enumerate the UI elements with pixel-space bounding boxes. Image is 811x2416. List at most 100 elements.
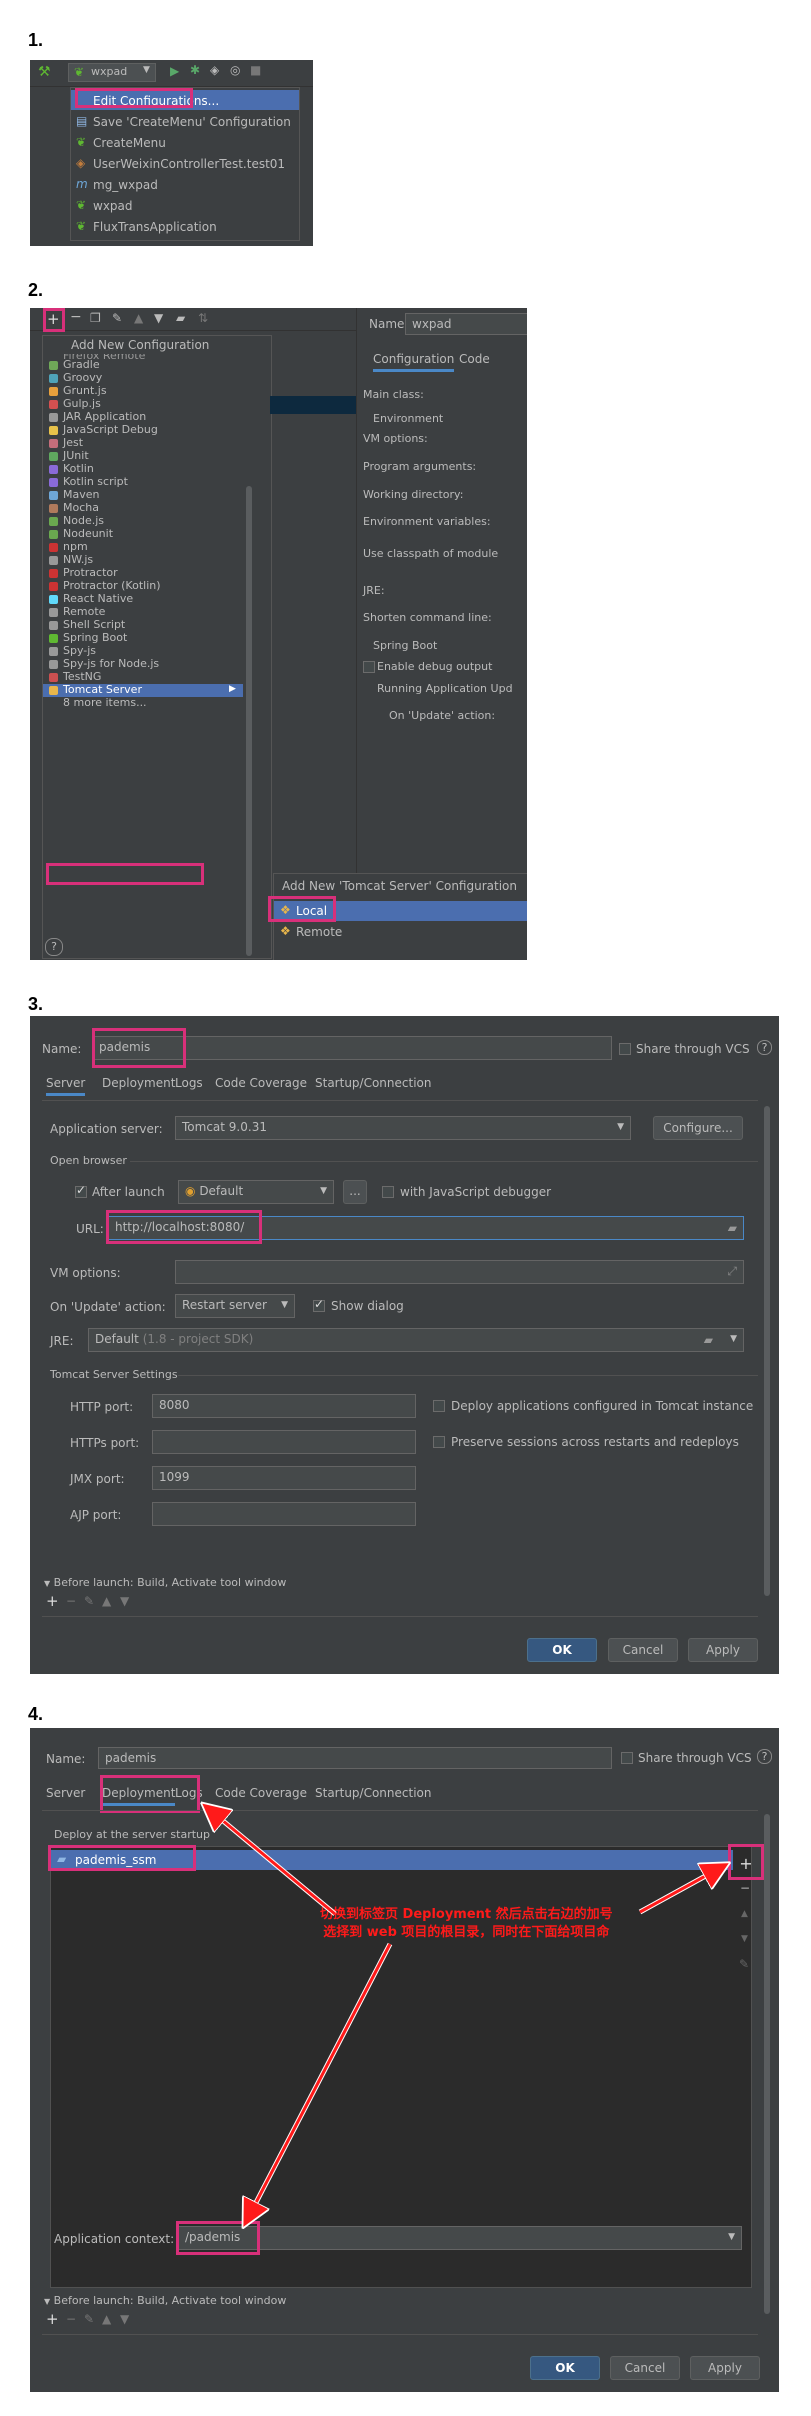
config-type-label: Tomcat Server xyxy=(63,683,142,696)
tab-server[interactable]: Server xyxy=(46,1076,86,1096)
menu-item[interactable]: ❦ FluxTransApplication xyxy=(71,217,299,237)
wrench-icon[interactable]: ✎ xyxy=(112,311,122,325)
app-server-select[interactable]: Tomcat 9.0.31 ▼ xyxy=(175,1116,631,1140)
preserve-sessions-label: Preserve sessions across restarts and re… xyxy=(451,1435,739,1449)
debug-output-checkbox[interactable] xyxy=(363,661,375,673)
menu-item-label: wxpad xyxy=(93,199,133,213)
http-port-field[interactable]: 8080 xyxy=(152,1394,416,1418)
apply-button[interactable]: Apply xyxy=(688,1638,758,1662)
after-launch-checkbox[interactable] xyxy=(75,1183,87,1198)
sort-icon[interactable]: ⇅ xyxy=(198,311,208,325)
config-type-label: JUnit xyxy=(63,449,89,462)
maven-icon xyxy=(49,491,58,500)
submenu-item-remote[interactable]: ❖ Remote xyxy=(274,922,527,942)
configure-button[interactable]: Configure... xyxy=(653,1116,743,1140)
show-dialog-checkbox[interactable] xyxy=(313,1297,325,1312)
debug-icon[interactable]: ✱ xyxy=(190,63,200,77)
highlight-edit-configurations xyxy=(75,88,193,108)
folder-icon[interactable]: ▰ xyxy=(704,1333,713,1347)
ok-button[interactable]: OK xyxy=(527,1638,597,1662)
menu-item[interactable]: m mg_wxpad xyxy=(71,175,299,195)
help-icon[interactable]: ? xyxy=(757,1040,772,1055)
browser-select[interactable]: ◉ Default ▼ xyxy=(178,1180,334,1204)
edit-task-icon[interactable]: ✎ xyxy=(84,2312,94,2326)
menu-item[interactable]: ❦ CreateMenu xyxy=(71,133,299,153)
name-field[interactable]: wxpad xyxy=(405,313,527,335)
deploy-apps-checkbox[interactable] xyxy=(433,1400,445,1412)
folder-icon[interactable]: ▰ xyxy=(176,311,185,325)
copy-icon[interactable]: ❐ xyxy=(90,311,101,325)
config-field-label: Environment variables: xyxy=(363,515,491,528)
tree-selection-bg xyxy=(270,396,356,414)
grunt-icon xyxy=(49,387,58,396)
before-launch-label[interactable]: ▼ Before launch: Build, Activate tool wi… xyxy=(44,1576,286,1589)
https-port-field[interactable] xyxy=(152,1430,416,1454)
ok-button[interactable]: OK xyxy=(530,2356,600,2380)
on-update-select[interactable]: Restart server ▼ xyxy=(175,1294,295,1318)
config-field-label: Enable debug output xyxy=(377,660,493,673)
tab-code[interactable]: Code xyxy=(459,352,490,366)
kotlin-icon xyxy=(49,465,58,474)
spring-leaf-icon: ❦ xyxy=(74,65,85,79)
npm-icon xyxy=(49,543,58,552)
popup-scrollbar[interactable] xyxy=(246,486,252,956)
highlight-name xyxy=(92,1028,186,1068)
menu-item[interactable]: ❦ wxpad xyxy=(71,196,299,216)
jre-field[interactable]: Default (1.8 - project SDK) ▰ ▼ xyxy=(88,1328,744,1352)
remove-task-icon[interactable]: − xyxy=(66,1594,76,1608)
folder-icon[interactable]: ▰ xyxy=(728,1221,737,1235)
share-vcs-checkbox[interactable] xyxy=(619,1043,631,1055)
scrollbar[interactable] xyxy=(764,1106,770,1596)
jmx-port-field[interactable]: 1099 xyxy=(152,1466,416,1490)
config-type-label: NW.js xyxy=(63,553,94,566)
cancel-button[interactable]: Cancel xyxy=(608,1638,678,1662)
spring-leaf-icon: ❦ xyxy=(76,198,87,212)
vm-options-field[interactable]: ⤢ xyxy=(175,1260,744,1284)
run-config-dropdown[interactable]: ❦ wxpad ▼ xyxy=(68,63,156,82)
profile-icon[interactable]: ◎ xyxy=(230,63,240,77)
apply-button[interactable]: Apply xyxy=(690,2356,760,2380)
ajp-port-field[interactable] xyxy=(152,1502,416,1526)
config-type-label: Spy-js for Node.js xyxy=(63,657,160,670)
before-launch-label[interactable]: ▼ Before launch: Build, Activate tool wi… xyxy=(44,2294,286,2307)
remove-task-icon[interactable]: − xyxy=(66,2312,76,2326)
browser-options-button[interactable]: ... xyxy=(343,1180,367,1204)
remove-config-icon[interactable]: − xyxy=(70,309,82,325)
tab-startup-connection[interactable]: Startup/Connection xyxy=(315,1076,431,1090)
expand-icon[interactable]: ⤢ xyxy=(727,1264,737,1279)
stop-icon[interactable]: ■ xyxy=(250,63,261,77)
config-type-label: Protractor xyxy=(63,566,118,579)
groovy-icon xyxy=(49,374,58,383)
config-type-item[interactable]: 8 more items... xyxy=(43,696,243,710)
chevron-down-icon[interactable]: ▼ xyxy=(730,1334,737,1344)
move-up-icon[interactable]: ▲ xyxy=(102,2312,111,2326)
hammer-icon[interactable]: ⚒ xyxy=(38,64,51,80)
move-up-icon[interactable]: ▲ xyxy=(134,311,143,325)
edit-task-icon[interactable]: ✎ xyxy=(84,1594,94,1608)
preserve-sessions-checkbox[interactable] xyxy=(433,1436,445,1448)
config-field-label: VM options: xyxy=(363,432,428,445)
add-task-icon[interactable]: + xyxy=(46,2310,59,2328)
scrollbar[interactable] xyxy=(764,1814,770,2314)
junit-icon xyxy=(49,452,58,461)
move-down-icon[interactable]: ▼ xyxy=(154,311,163,325)
tab-code-coverage[interactable]: Code Coverage xyxy=(215,1076,307,1090)
help-icon[interactable]: ? xyxy=(45,938,63,956)
cancel-button[interactable]: Cancel xyxy=(610,2356,680,2380)
tab-logs[interactable]: Logs xyxy=(175,1076,203,1090)
move-down-icon[interactable]: ▼ xyxy=(120,1594,129,1608)
add-task-icon[interactable]: + xyxy=(46,1592,59,1610)
menu-item[interactable]: ▤ Save 'CreateMenu' Configuration xyxy=(71,112,299,132)
tab-configuration[interactable]: Configuration xyxy=(373,352,455,372)
js-debugger-checkbox[interactable] xyxy=(382,1186,394,1198)
move-down-icon[interactable]: ▼ xyxy=(120,2312,129,2326)
config-detail-pane: Name: wxpad Configuration Code Main clas… xyxy=(356,308,527,960)
tab-deployment[interactable]: Deployment xyxy=(102,1076,175,1090)
coverage-icon[interactable]: ◈ xyxy=(210,63,219,77)
menu-item[interactable]: ◈ UserWeixinControllerTest.test01 xyxy=(71,154,299,174)
run-icon[interactable]: ▶ xyxy=(170,64,179,78)
shell-script-icon xyxy=(49,621,58,630)
https-port-label: HTTPs port: xyxy=(70,1436,140,1450)
move-up-icon[interactable]: ▲ xyxy=(102,1594,111,1608)
arrow-to-plus xyxy=(639,1868,720,1914)
